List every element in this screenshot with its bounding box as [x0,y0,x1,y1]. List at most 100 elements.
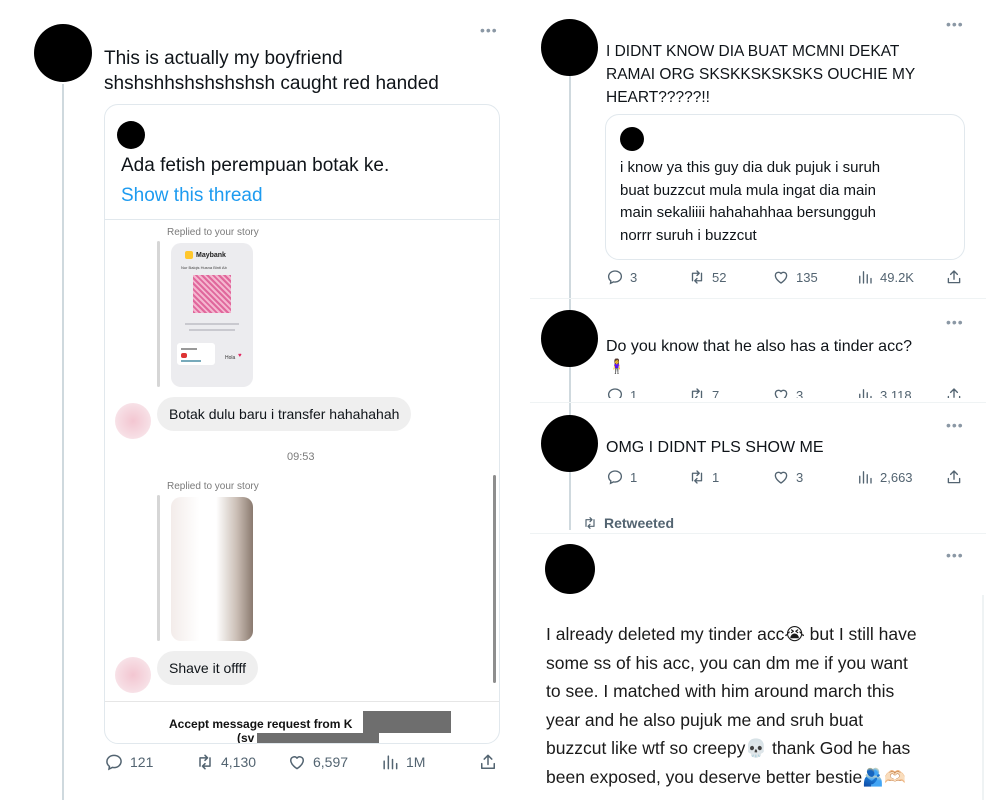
divider [530,533,986,534]
divider [530,298,986,299]
share-icon [945,386,963,398]
story-bar [157,495,160,641]
tweet-actions: 1 7 3 3,118 [600,386,980,398]
show-thread-link[interactable]: Show this thread [121,185,263,207]
thread-line [569,75,571,310]
tweet-text: I already deleted my tinder acc😭 but I s… [546,624,917,787]
like-button[interactable]: 135 [772,268,818,286]
quoted-tweet[interactable]: Ada fetish perempuan botak ke. Show this… [104,104,500,744]
more-icon[interactable]: ••• [946,16,964,32]
divider [105,701,499,702]
like-count: 6,597 [313,754,349,770]
retweeted-label: Retweeted [582,515,674,531]
quoted-avatar [620,127,644,151]
views-count: 3,118 [880,387,912,399]
story-preview[interactable]: Maybank Nur Balqis Husna Binti Ab Hola ♥ [171,243,253,387]
share-button[interactable] [478,752,498,772]
redaction [257,733,379,743]
divider [530,402,986,403]
more-icon[interactable]: ••• [480,22,498,38]
avatar[interactable] [34,24,92,82]
tweet-text: Do you know that he also has a tinder ac… [606,338,912,355]
avatar [115,657,151,693]
heart-icon [287,752,307,772]
reply-button[interactable]: 3 [606,268,637,286]
divider [105,219,499,220]
like-button[interactable]: 3 [772,468,803,486]
share-button[interactable] [945,468,963,486]
like-count: 135 [796,269,818,285]
heart-icon [772,468,790,486]
retweet-count: 52 [712,269,727,285]
tweet-text: OMG I DIDNT PLS SHOW ME [606,439,824,456]
heart-icon [772,268,790,286]
person-emoji: 🧍‍♀️ [608,358,626,374]
retweeted-text: Retweeted [604,515,675,531]
avatar[interactable] [545,544,595,594]
scroll-edge [982,595,984,800]
replied-label: Replied to your story [167,481,259,492]
story-preview[interactable] [171,497,253,641]
replied-label: Replied to your story [167,227,259,238]
bank-logo-icon [185,251,193,259]
tweet-text: I DIDNT KNOW DIA BUAT MCMNI DEKAT RAMAI … [606,43,916,106]
bank-account: Nur Balqis Husna Binti Ab [181,265,227,270]
avatar [115,403,151,439]
quoted-avatar [117,121,145,149]
retweet-button[interactable]: 52 [688,268,726,286]
views-button[interactable]: 2,663 [856,468,913,486]
qr-caption [185,323,239,325]
story-bar [157,241,160,387]
views-icon [380,752,400,772]
share-button[interactable] [945,386,963,398]
views-button[interactable]: 3,118 [856,386,912,398]
views-count: 1M [406,754,426,770]
more-icon[interactable]: ••• [946,314,964,330]
quoted-tweet[interactable]: i know ya this guy dia duk pujuk i suruh… [605,114,965,260]
reply-icon [606,386,624,398]
views-button[interactable]: 49.2K [856,268,914,286]
views-icon [856,268,874,286]
avatar[interactable] [541,19,598,76]
payment-box [177,343,215,365]
like-button[interactable]: 6,597 [287,752,348,772]
retweet-button[interactable]: 1 [688,468,719,486]
retweet-button[interactable]: 7 [688,386,719,398]
more-icon[interactable]: ••• [946,417,964,433]
timestamp: 09:53 [287,451,315,463]
like-button[interactable]: 3 [772,386,803,398]
scrollbar[interactable] [493,475,496,683]
retweet-icon [195,752,215,772]
quoted-text: i know ya this guy dia duk pujuk i suruh… [620,159,881,244]
reply-button[interactable]: 1 [606,386,637,398]
like-count: 3 [796,469,804,485]
thread-line [569,365,571,415]
message-bubble: Botak dulu baru i transfer hahahahah [157,397,412,431]
views-icon [856,386,874,398]
message-request-text-line2: (sv [237,731,255,744]
reply-button[interactable]: 121 [104,752,153,772]
retweet-button[interactable]: 4,130 [195,752,256,772]
heart-icon: ♥ [238,353,242,359]
retweet-icon [688,386,706,398]
reply-count: 3 [630,269,638,285]
message-request-text: Accept message request from K [169,717,353,731]
reply-count: 1 [630,469,638,485]
reply-count: 1 [630,387,638,399]
avatar[interactable] [541,310,598,367]
qr-code-icon [193,275,231,313]
thread-line [62,84,64,800]
reply-button[interactable]: 1 [606,468,637,486]
retweet-icon [582,515,598,531]
views-button[interactable]: 1M [380,752,425,772]
retweet-icon [688,268,706,286]
avatar[interactable] [541,415,598,472]
like-count: 3 [796,387,804,399]
tweet-text: This is actually my boyfriend shshshhshs… [104,48,439,94]
more-icon[interactable]: ••• [946,547,964,563]
share-button[interactable] [945,268,963,286]
bank-note: Hola [225,355,236,361]
quoted-text: Ada fetish perempuan botak ke. [121,155,390,176]
thread-line [569,470,571,530]
reply-icon [104,752,124,772]
